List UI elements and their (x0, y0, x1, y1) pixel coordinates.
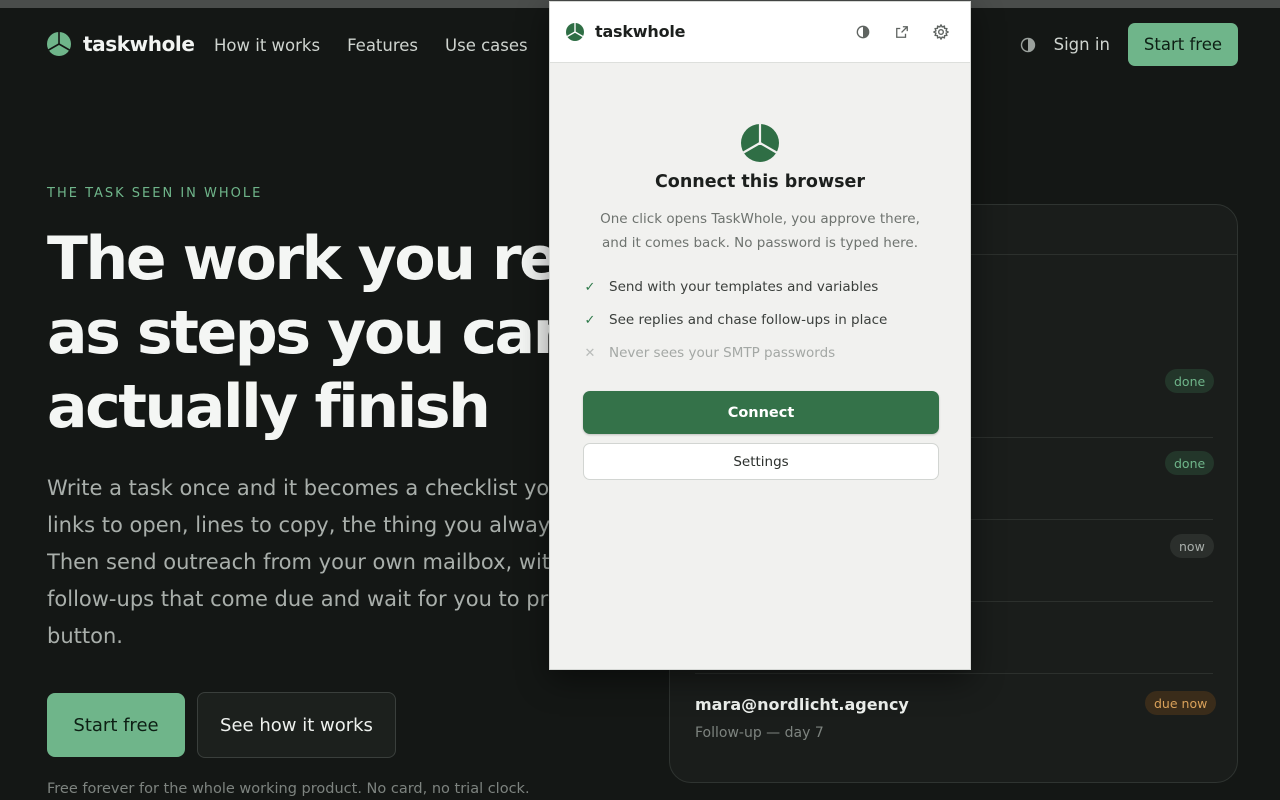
feature-text: Never sees your SMTP passwords (609, 345, 836, 361)
check-icon: ✓ (584, 312, 596, 328)
connect-title: Connect this browser (654, 172, 866, 192)
description-line: button. (47, 624, 123, 648)
sign-in-link[interactable]: Sign in (1054, 35, 1110, 54)
popup-toolbar (854, 23, 950, 41)
start-free-nav-button[interactable]: Start free (1127, 23, 1238, 66)
description-line: Then send outreach from your own mailbox… (47, 550, 564, 574)
start-free-button[interactable]: Start free (47, 693, 185, 757)
description-line: follow-ups that come due and wait for yo… (47, 587, 567, 611)
popup-brand: taskwhole (566, 22, 686, 41)
status-badge: now (1170, 534, 1214, 558)
popup-brand-name: taskwhole (595, 22, 686, 41)
nav-link-features[interactable]: Features (347, 36, 418, 55)
feature-item: ✓ See replies and chase follow-ups in pl… (583, 312, 888, 328)
feature-item: ✓ Send with your templates and variables (583, 279, 879, 295)
connect-description: One click opens TaskWhole, you approve t… (550, 207, 970, 255)
nav-actions: Sign in Start free (1020, 23, 1238, 66)
gear-icon[interactable] (932, 23, 950, 41)
headline-line-2: as steps you can (47, 298, 575, 368)
site-logo[interactable]: taskwhole (47, 32, 195, 56)
popup-header: taskwhole (550, 2, 970, 63)
status-badge: done (1165, 369, 1215, 393)
hero-footnote: Free forever for the whole working produ… (47, 781, 530, 797)
connect-button[interactable]: Connect (583, 391, 939, 434)
brand-name: taskwhole (83, 32, 195, 56)
settings-button[interactable]: Settings (583, 443, 939, 480)
theme-toggle-icon[interactable] (1020, 37, 1036, 53)
contact-email[interactable]: mara@nordlicht.agency (695, 695, 909, 714)
description-line: One click opens TaskWhole, you approve t… (600, 211, 920, 227)
row-divider (695, 673, 1213, 674)
see-how-it-works-button[interactable]: See how it works (197, 692, 396, 758)
hero-headline: The work you repea as steps you can actu… (47, 222, 607, 444)
taskwhole-logo-icon (47, 32, 71, 56)
nav-link-how-it-works[interactable]: How it works (214, 36, 320, 55)
follow-up-meta: Follow-up — day 7 (695, 725, 824, 741)
open-external-icon[interactable] (893, 23, 911, 41)
headline-line-1: The work you repea (47, 224, 607, 294)
taskwhole-logo-large-icon (741, 124, 779, 162)
status-badge: due now (1145, 691, 1217, 715)
nav-link-use-cases[interactable]: Use cases (445, 36, 528, 55)
taskwhole-logo-icon (566, 22, 584, 41)
hero-description: Write a task once and it becomes a check… (47, 470, 567, 655)
extension-popup: taskwhole Connect this browser One click… (549, 1, 971, 670)
status-badge: done (1165, 451, 1215, 475)
hero-eyebrow: THE TASK SEEN IN WHOLE (47, 186, 263, 201)
theme-toggle-icon[interactable] (854, 23, 872, 41)
headline-line-3: actually finish (47, 372, 491, 442)
feature-text: Send with your templates and variables (609, 279, 879, 295)
description-line: Write a task once and it becomes a check… (47, 476, 567, 500)
description-line: and it comes back. No password is typed … (602, 235, 918, 251)
nav-links: How it works Features Use cases Gu (214, 36, 578, 55)
check-icon: ✓ (584, 279, 596, 295)
feature-text: See replies and chase follow-ups in plac… (609, 312, 888, 328)
feature-item: ✕ Never sees your SMTP passwords (583, 345, 836, 361)
description-line: links to open, lines to copy, the thing … (47, 513, 567, 537)
cross-icon: ✕ (584, 345, 596, 361)
